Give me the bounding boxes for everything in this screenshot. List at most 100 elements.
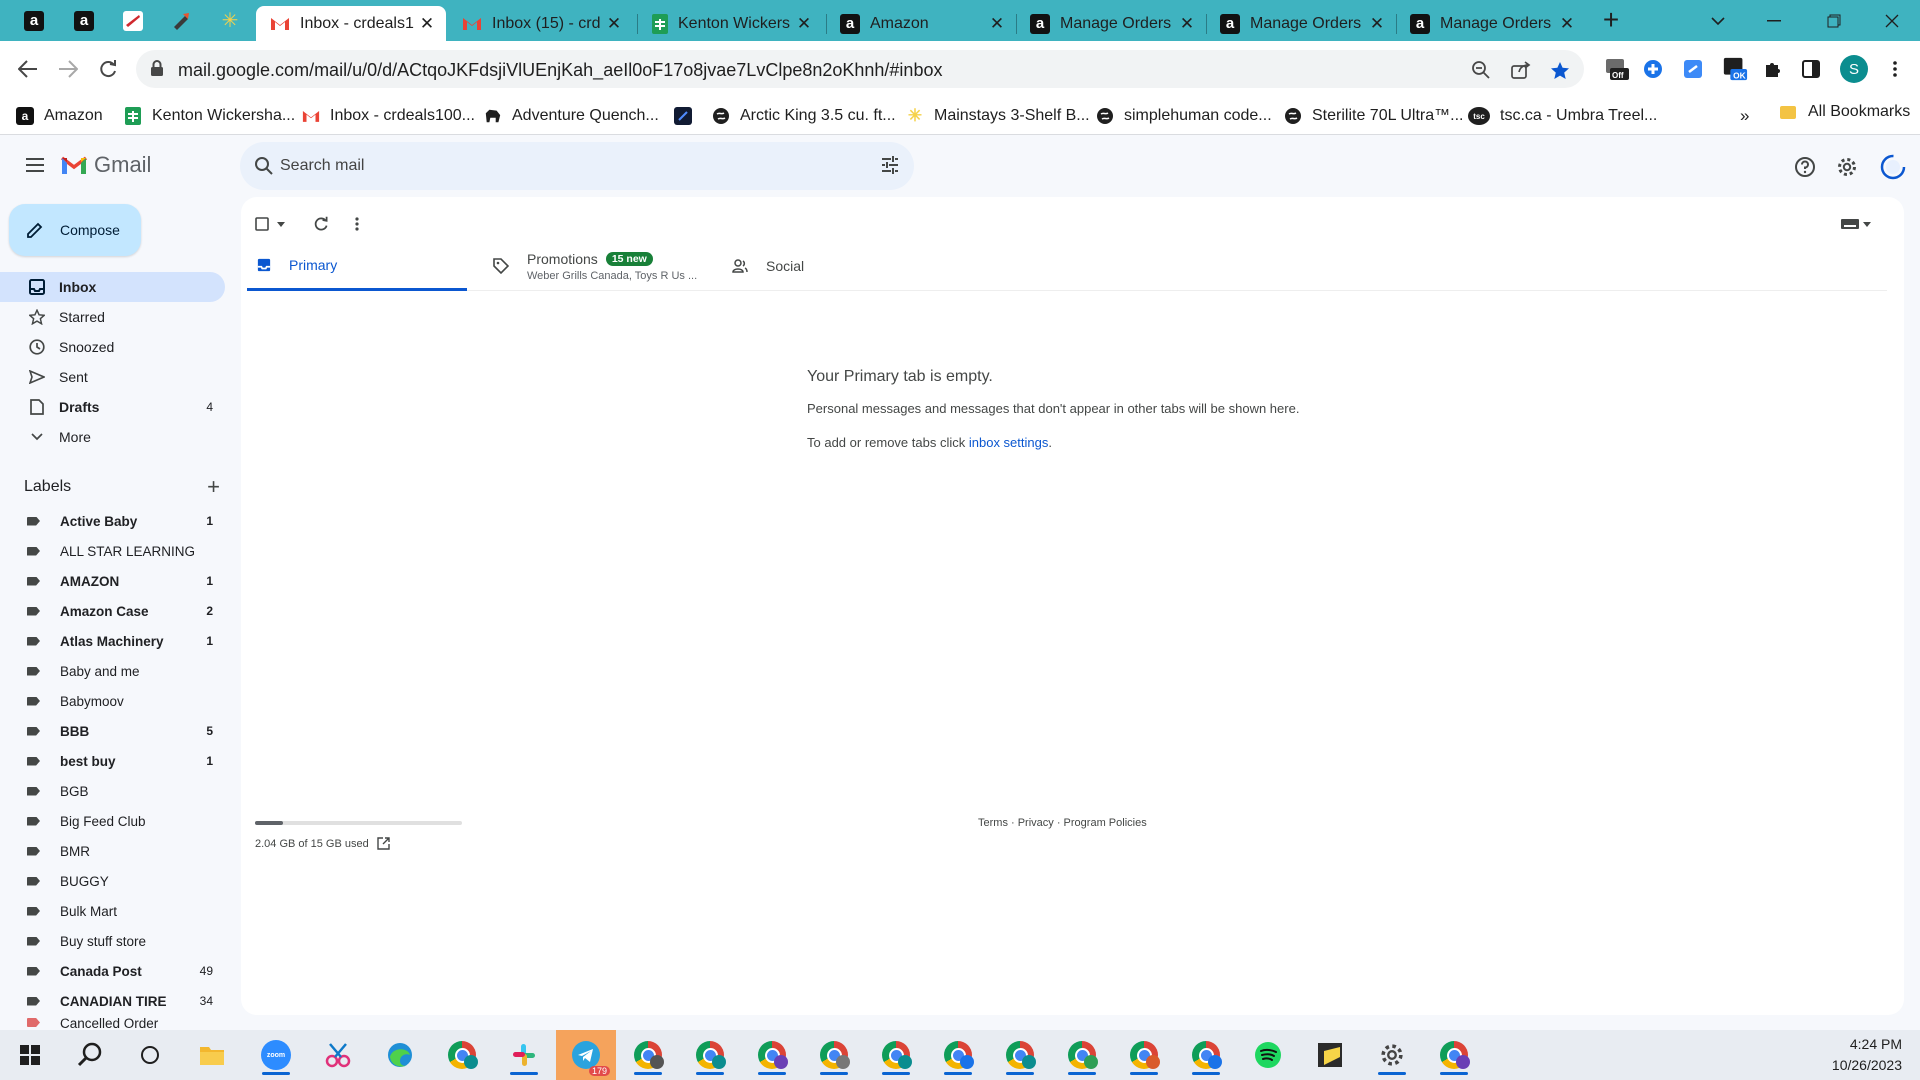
label-item[interactable]: Amazon Case 2 (0, 596, 225, 626)
settings-taskbar-button[interactable] (1370, 1035, 1414, 1075)
extension-link[interactable] (1680, 56, 1706, 82)
bookmark-star-button[interactable] (1547, 57, 1573, 83)
chrome-button-5[interactable] (812, 1035, 856, 1075)
profile-avatar[interactable]: S (1840, 55, 1868, 83)
bookmarks-overflow-button[interactable]: » (1740, 103, 1749, 129)
pinned-tab-swoosh[interactable] (113, 6, 153, 35)
search-taskbar-button[interactable] (68, 1035, 112, 1075)
restore-button[interactable] (1806, 0, 1862, 41)
label-item[interactable]: ALL STAR LEARNING (0, 536, 225, 566)
create-label-button[interactable]: + (207, 476, 220, 498)
extension-toggle-off[interactable]: Off (1604, 56, 1630, 82)
refresh-button[interactable] (313, 211, 329, 237)
task-view-button[interactable] (128, 1035, 172, 1075)
label-item[interactable]: Big Feed Club (0, 806, 225, 836)
label-item[interactable]: Buy stuff store (0, 926, 225, 956)
chrome-button-10[interactable] (1122, 1035, 1166, 1075)
spotify-button[interactable] (1246, 1035, 1290, 1075)
back-button[interactable] (12, 53, 44, 85)
file-explorer-button[interactable] (190, 1035, 234, 1075)
browser-menu-button[interactable] (1882, 56, 1908, 82)
gmail-logo[interactable]: Gmail (60, 152, 151, 178)
label-item[interactable]: Atlas Machinery 1 (0, 626, 225, 656)
chrome-button-6[interactable] (874, 1035, 918, 1075)
start-button[interactable] (8, 1035, 52, 1075)
bookmark-dark-site[interactable] (674, 103, 702, 129)
pinned-tab-star[interactable]: ✳ (210, 6, 250, 35)
bookmark-simplehuman[interactable]: simplehuman code... (1096, 103, 1272, 129)
bookmark-tsc[interactable]: tsc tsc.ca - Umbra Treel... (1468, 103, 1657, 129)
tab-inbox-crdeals[interactable]: Inbox - crdeals1 ✕ (256, 6, 446, 41)
close-window-button[interactable] (1864, 0, 1920, 41)
minimize-button[interactable] (1746, 0, 1802, 41)
edge-button[interactable] (378, 1035, 422, 1075)
label-item[interactable]: best buy 1 (0, 746, 225, 776)
label-item[interactable]: BBB 5 (0, 716, 225, 746)
label-item[interactable]: BMR (0, 836, 225, 866)
tab-manage-orders-1[interactable]: a Manage Orders ✕ (1016, 6, 1206, 41)
chrome-button-3[interactable] (688, 1035, 732, 1075)
label-item[interactable]: AMAZON 1 (0, 566, 225, 596)
bookmark-amazon[interactable]: a Amazon (16, 103, 103, 129)
close-icon[interactable]: ✕ (1178, 14, 1196, 34)
bookmark-inbox[interactable]: Inbox - crdeals100... (302, 103, 475, 129)
share-button[interactable] (1508, 57, 1534, 83)
bookmark-sterilite[interactable]: Sterilite 70L Ultra™... (1284, 103, 1463, 129)
sidebar-item-inbox[interactable]: Inbox (0, 272, 225, 302)
support-button[interactable] (1790, 152, 1820, 182)
tab-inbox-15[interactable]: Inbox (15) - crd ✕ (448, 6, 633, 41)
pinned-tab-amazon-2[interactable]: a (64, 6, 104, 35)
chrome-button-9[interactable] (1060, 1035, 1104, 1075)
extension-puzzle-blue[interactable] (1640, 56, 1666, 82)
footer-links[interactable]: Terms · Privacy · Program Policies (978, 817, 1147, 829)
sidebar-item-more[interactable]: More (0, 422, 225, 452)
label-item[interactable]: CANADIAN TIRE 34 (0, 986, 225, 1016)
close-icon[interactable]: ✕ (795, 14, 813, 34)
extensions-button[interactable] (1760, 56, 1786, 82)
close-icon[interactable]: ✕ (418, 14, 436, 34)
select-checkbox[interactable] (255, 211, 285, 237)
label-item[interactable]: Canada Post 49 (0, 956, 225, 986)
label-item[interactable]: Bulk Mart (0, 896, 225, 926)
close-icon[interactable]: ✕ (1368, 14, 1386, 34)
zoom-button[interactable] (1468, 57, 1494, 83)
label-item[interactable]: BGB (0, 776, 225, 806)
tab-social[interactable]: Social (732, 241, 932, 291)
sidebar-item-starred[interactable]: Starred (0, 302, 225, 332)
all-bookmarks-button[interactable]: All Bookmarks (1780, 103, 1910, 121)
chrome-button-4[interactable] (750, 1035, 794, 1075)
zoom-app-button[interactable]: zoom (254, 1035, 298, 1075)
system-clock[interactable]: 4:24 PM 10/26/2023 (1832, 1034, 1902, 1076)
bookmark-kenton[interactable]: Kenton Wickersha... (124, 103, 295, 129)
chrome-button-11[interactable] (1184, 1035, 1228, 1075)
search-input[interactable] (280, 142, 840, 190)
sidebar-item-snoozed[interactable]: Snoozed (0, 332, 225, 362)
label-item[interactable]: Cancelled Order (0, 1016, 225, 1030)
bookmark-arctic-king[interactable]: Arctic King 3.5 cu. ft... (712, 103, 896, 129)
snipping-tool-button[interactable] (316, 1035, 360, 1075)
sidebar-item-drafts[interactable]: Drafts 4 (0, 392, 225, 422)
address-bar[interactable]: mail.google.com/mail/u/0/d/ACtqoJKFdsjiV… (136, 50, 1584, 88)
label-item[interactable]: Babymoov (0, 686, 225, 716)
reload-button[interactable] (92, 53, 124, 85)
tab-promotions[interactable]: Promotions 15 new Weber Grills Canada, T… (493, 241, 713, 291)
label-item[interactable]: Active Baby 1 (0, 506, 225, 536)
search-icon[interactable] (254, 156, 274, 176)
sidebar-item-sent[interactable]: Sent (0, 362, 225, 392)
slack-button[interactable] (502, 1035, 546, 1075)
main-menu-button[interactable] (20, 150, 50, 180)
sticky-notes-button[interactable] (1308, 1035, 1352, 1075)
input-tools-button[interactable] (1841, 211, 1871, 237)
chrome-button-7[interactable] (936, 1035, 980, 1075)
forward-button[interactable] (52, 53, 84, 85)
inbox-settings-link[interactable]: inbox settings (969, 435, 1049, 450)
tab-search-button[interactable] (1690, 0, 1746, 41)
more-actions-button[interactable] (355, 211, 359, 237)
label-item[interactable]: BUGGY (0, 866, 225, 896)
chrome-button-8[interactable] (998, 1035, 1042, 1075)
settings-button[interactable] (1832, 152, 1862, 182)
account-avatar[interactable] (1878, 152, 1908, 182)
search-options-icon[interactable] (880, 155, 900, 175)
tab-primary[interactable]: Primary (247, 241, 467, 291)
pinned-tab-tools[interactable] (162, 6, 202, 35)
